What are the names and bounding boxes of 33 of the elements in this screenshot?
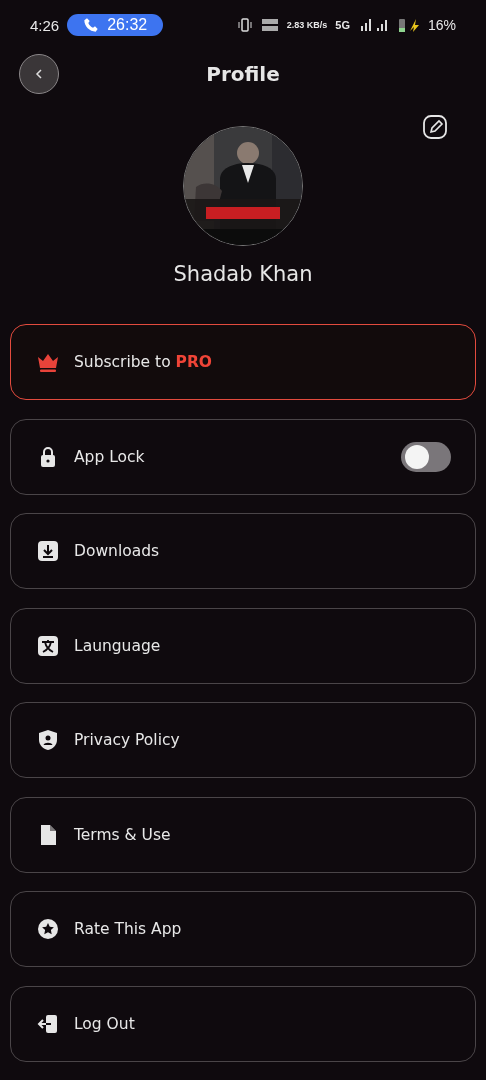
shield-icon (36, 728, 60, 752)
menu-label: App Lock (74, 447, 146, 466)
subscribe-card[interactable]: Subscribe to PRO (10, 324, 476, 400)
page-title: Profile (206, 62, 280, 86)
chevron-left-icon (33, 68, 45, 80)
menu-card[interactable]: Launguage (10, 607, 476, 684)
battery-percent: 16% (427, 17, 456, 33)
back-button[interactable] (19, 54, 59, 94)
menu-card[interactable]: Downloads (10, 513, 476, 589)
download-icon (36, 539, 60, 563)
menu-label: Terms & Use (74, 825, 172, 844)
menu-card[interactable]: Privacy Policy (10, 702, 476, 778)
battery-charging-icon (397, 17, 420, 33)
menu-label: Subscribe to PRO (74, 353, 214, 371)
user-name: Shadab Khan (173, 262, 313, 286)
toggle-switch[interactable] (401, 441, 451, 472)
menu-card[interactable]: App Lock (10, 418, 476, 495)
vibrate-icon (236, 18, 253, 32)
menu-label: Downloads (74, 542, 161, 560)
phone-icon (83, 17, 100, 33)
menu-label: Log Out (74, 1014, 136, 1033)
menu-card[interactable]: Log Out (10, 985, 476, 1062)
status-time: 4:26 (30, 16, 60, 34)
menu-label: Privacy Policy (74, 731, 181, 749)
translate-icon (36, 633, 60, 658)
menu-card[interactable]: Rate This App (10, 891, 476, 967)
call-pill[interactable]: 26:32 (67, 14, 164, 36)
network-type: 5G (335, 19, 350, 31)
menu-label: Rate This App (74, 920, 183, 938)
network-speed: 2.83 KB/s (286, 20, 328, 30)
menu-label: Launguage (74, 636, 162, 655)
edit-icon[interactable] (422, 114, 448, 140)
menu-card[interactable]: Terms & Use (10, 796, 476, 873)
